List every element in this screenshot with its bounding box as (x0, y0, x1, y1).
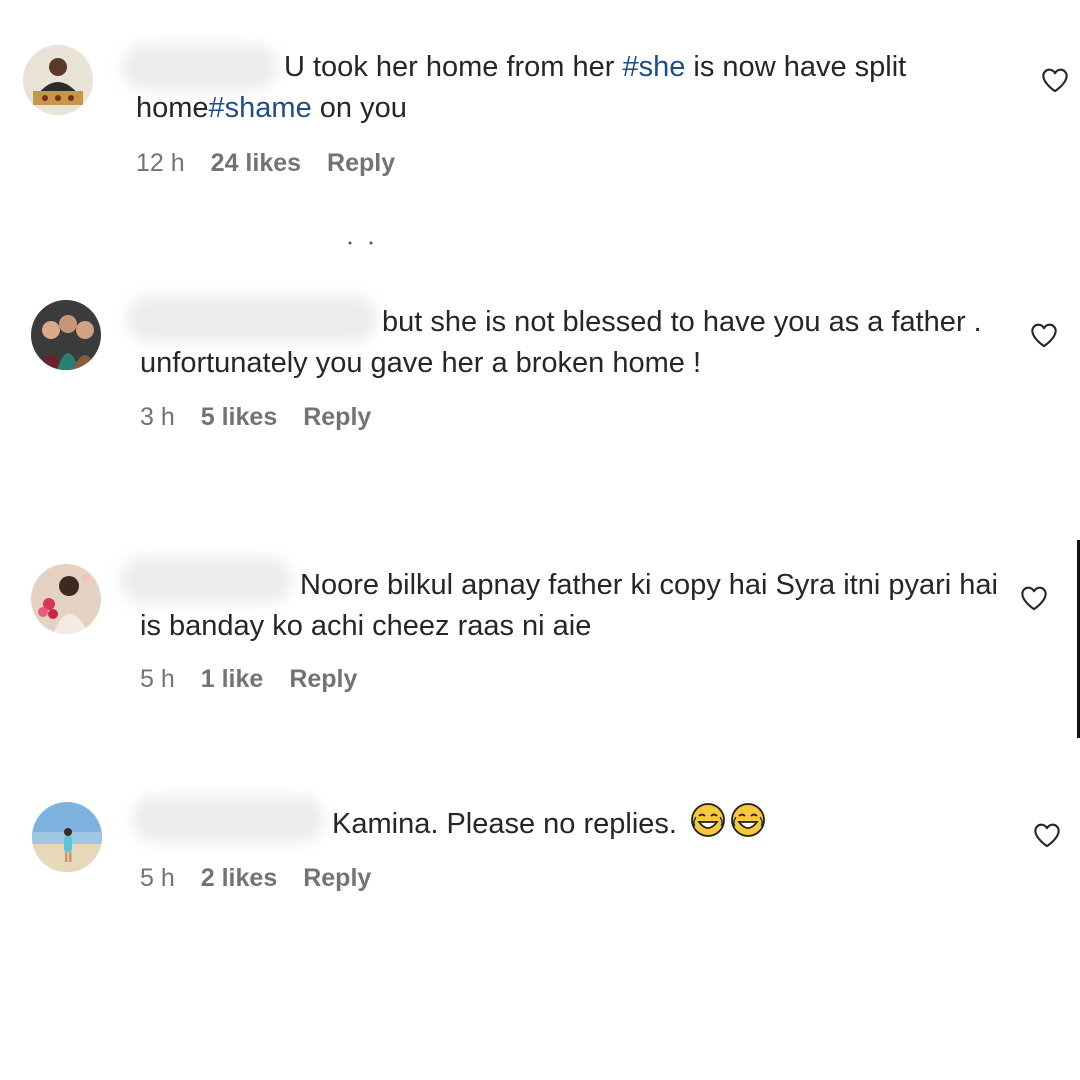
comment-meta: 5 h 1 like Reply (140, 665, 357, 694)
reply-button[interactable]: Reply (303, 403, 371, 432)
comment-text: U took her home from her #she is now hav… (136, 47, 1016, 129)
likes-count[interactable]: 1 like (201, 665, 264, 694)
avatar-image (32, 802, 102, 872)
hashtag-link[interactable]: #she (622, 51, 685, 83)
comment-meta: 12 h 24 likes Reply (136, 149, 395, 178)
laughing-emoji-icon (691, 803, 725, 837)
avatar-image (31, 564, 101, 634)
comment-text-content: Kamina. Please no replies. (332, 808, 677, 840)
comment-text-start: U took her home from her (284, 51, 623, 83)
heart-icon[interactable] (1020, 585, 1048, 611)
reply-button[interactable]: Reply (303, 864, 371, 893)
heart-icon[interactable] (1041, 67, 1069, 93)
comment-text: Noore bilkul apnay father ki copy hai Sy… (140, 565, 1000, 647)
comment-text-content: but she is not blessed to have you as a … (140, 306, 982, 379)
comment-text: Kamina. Please no replies. (332, 803, 932, 845)
likes-count[interactable]: 24 likes (211, 149, 301, 178)
laughing-emoji-icon (731, 803, 765, 837)
avatar[interactable] (32, 802, 102, 872)
blurred-username[interactable] (132, 796, 324, 842)
comment-time: 3 h (140, 403, 175, 431)
likes-count[interactable]: 5 likes (201, 403, 277, 432)
comment-text-content: Noore bilkul apnay father ki copy hai Sy… (140, 569, 998, 642)
avatar[interactable] (23, 45, 93, 115)
comment-text: but she is not blessed to have you as a … (140, 302, 1010, 384)
comment-time: 5 h (140, 665, 175, 693)
likes-count[interactable]: 2 likes (201, 864, 277, 893)
reply-button[interactable]: Reply (327, 149, 395, 178)
avatar[interactable] (31, 300, 101, 370)
avatar[interactable] (31, 564, 101, 634)
hashtag-link[interactable]: #shame (209, 92, 312, 124)
heart-icon[interactable] (1030, 322, 1058, 348)
heart-icon[interactable] (1033, 822, 1061, 848)
reply-button[interactable]: Reply (289, 665, 357, 694)
avatar-image (31, 300, 101, 370)
comment-time: 12 h (136, 149, 185, 177)
comment-time: 5 h (140, 864, 175, 892)
cropped-text-fragment (348, 241, 373, 245)
comment-meta: 5 h 2 likes Reply (140, 864, 371, 893)
comment-text-end: on you (311, 92, 407, 124)
avatar-image (23, 45, 93, 115)
comment-meta: 3 h 5 likes Reply (140, 403, 371, 432)
